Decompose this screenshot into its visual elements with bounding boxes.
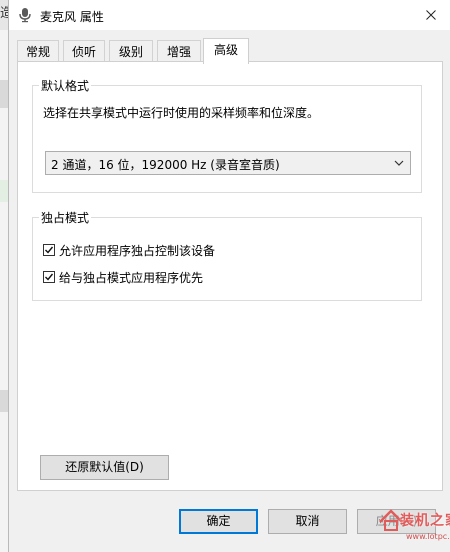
checkbox-box[interactable]: [43, 271, 55, 283]
exclusive-priority-checkbox[interactable]: 给与独占模式应用程序优先: [43, 269, 203, 285]
cancel-button[interactable]: 取消: [268, 509, 347, 534]
ok-button[interactable]: 确定: [179, 509, 258, 534]
allow-exclusive-control-checkbox[interactable]: 允许应用程序独占控制该设备: [43, 242, 215, 258]
default-format-group: 默认格式 选择在共享模式中运行时使用的采样频率和位深度。 2 通道，16 位，1…: [32, 77, 422, 193]
tab-general[interactable]: 常规: [17, 40, 59, 63]
close-icon: [426, 10, 436, 20]
tab-levels[interactable]: 级别: [109, 40, 153, 63]
tab-listen[interactable]: 侦听: [63, 40, 105, 63]
tab-enhancements[interactable]: 增强: [157, 40, 201, 63]
default-format-description: 选择在共享模式中运行时使用的采样频率和位深度。: [43, 106, 320, 120]
tab-panel-advanced: 默认格式 选择在共享模式中运行时使用的采样频率和位深度。 2 通道，16 位，1…: [17, 61, 443, 491]
exclusive-priority-label: 给与独占模式应用程序优先: [59, 270, 204, 285]
window-title: 麦克风 属性: [40, 10, 104, 24]
close-button[interactable]: [420, 5, 442, 25]
checkbox-box[interactable]: [43, 244, 55, 256]
sample-rate-selected-value: 2 通道，16 位，192000 Hz (录音室音质): [51, 158, 280, 172]
default-format-title: 默认格式: [39, 77, 92, 94]
allow-exclusive-control-label: 允许应用程序独占控制该设备: [59, 243, 216, 258]
checkmark-icon: [45, 246, 54, 254]
tab-advanced[interactable]: 高级: [203, 38, 249, 64]
properties-dialog: 麦克风 属性 常规 侦听 级别 增强 高级 默认格式 选择在共享模式中运行时使用…: [8, 0, 450, 552]
microphone-icon: [19, 8, 31, 23]
title-bar[interactable]: 麦克风 属性: [9, 0, 450, 30]
apply-button[interactable]: 应用(A): [357, 509, 436, 534]
chevron-down-icon: [394, 160, 404, 166]
exclusive-mode-group: 独占模式 允许应用程序独占控制该设备 给与独占模式应用程序优先: [32, 209, 422, 301]
restore-defaults-button[interactable]: 还原默认值(D): [40, 455, 169, 480]
exclusive-mode-title: 独占模式: [39, 209, 92, 226]
sample-rate-dropdown[interactable]: 2 通道，16 位，192000 Hz (录音室音质): [45, 151, 411, 175]
checkmark-icon: [45, 273, 54, 281]
